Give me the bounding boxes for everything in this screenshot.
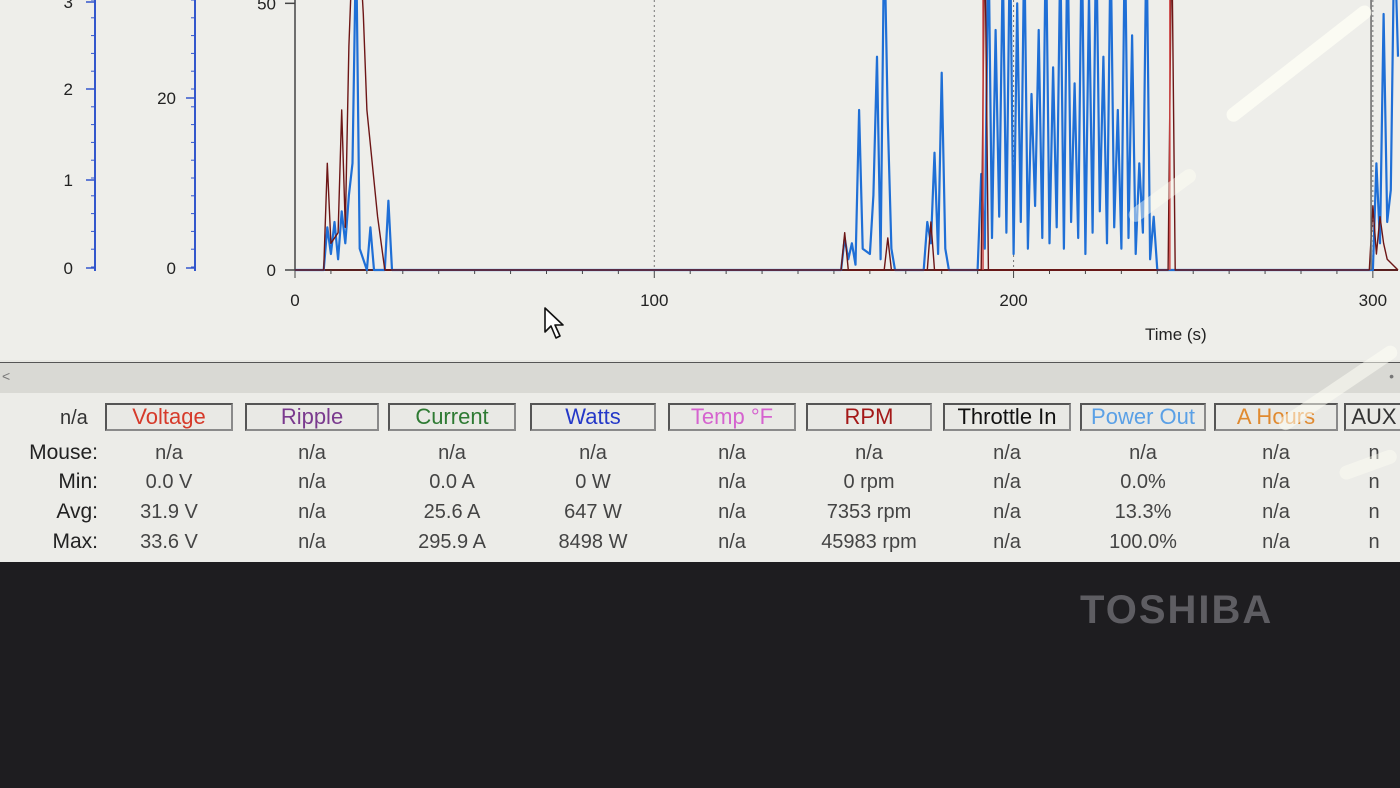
- column-header-ripple[interactable]: Ripple: [245, 403, 379, 431]
- table-cell: 0.0 V: [145, 471, 193, 493]
- laptop-bezel: TOSHIBA: [0, 562, 1400, 788]
- row-label-avg: Avg:: [56, 500, 98, 523]
- horizontal-scrollbar[interactable]: < •: [0, 362, 1400, 394]
- series-watts: [295, 0, 1400, 272]
- main-y-tick-label: 50: [257, 0, 276, 13]
- brand-logo: TOSHIBA: [1080, 588, 1274, 632]
- table-cell: 0.0 A: [429, 471, 475, 493]
- table-cell: n/a: [718, 471, 746, 493]
- x-tick-label: 300: [1359, 291, 1387, 310]
- current-axis-tick-label: 20: [157, 89, 176, 108]
- statistics-table: n/a Voltage Ripple Current Watts Temp °F RPM T…: [0, 393, 1400, 562]
- table-cell: 25.6 A: [423, 501, 481, 523]
- x-axis-label: Time (s): [1145, 325, 1207, 344]
- voltage-axis-tick-label: 1: [64, 171, 73, 190]
- table-cell: n/a: [1262, 501, 1290, 523]
- scroll-left-arrow-icon[interactable]: <: [2, 368, 10, 384]
- main-y-tick-label: 0: [267, 261, 276, 280]
- table-cell: n: [1368, 531, 1380, 553]
- table-cell: n/a: [993, 471, 1021, 493]
- column-header-current[interactable]: Current: [388, 403, 516, 431]
- row-label-min: Min:: [58, 470, 98, 493]
- x-tick-label: 200: [999, 291, 1027, 310]
- table-cell: n/a: [718, 442, 746, 464]
- x-tick-label: 0: [290, 291, 299, 310]
- table-cell: n/a: [298, 531, 326, 553]
- table-cell: n/a: [298, 471, 326, 493]
- table-cell: n/a: [718, 531, 746, 553]
- table-cell: n/a: [579, 442, 607, 464]
- table-cell: 295.9 A: [418, 531, 486, 553]
- table-cell: 7353 rpm: [826, 501, 912, 523]
- table-cell: n/a: [993, 531, 1021, 553]
- table-cell: n/a: [298, 501, 326, 523]
- table-cell: 8498 W: [558, 531, 628, 553]
- table-cell: n/a: [1129, 442, 1157, 464]
- voltage-axis-tick-label: 3: [64, 0, 73, 12]
- column-header-rpm[interactable]: RPM: [806, 403, 932, 431]
- table-cell: 31.9 V: [140, 501, 198, 523]
- table-cell: 0 rpm: [843, 471, 895, 493]
- x-tick-label: 100: [640, 291, 668, 310]
- table-cell: n/a: [993, 501, 1021, 523]
- column-header-power-out[interactable]: Power Out: [1080, 403, 1206, 431]
- column-header-voltage[interactable]: Voltage: [105, 403, 233, 431]
- table-cell: 100.0%: [1109, 531, 1177, 553]
- table-cell: n/a: [438, 442, 466, 464]
- row-label-max: Max:: [52, 530, 98, 553]
- column-header-watts[interactable]: Watts: [530, 403, 656, 431]
- table-cell: n/a: [993, 442, 1021, 464]
- table-cell: 13.3%: [1114, 501, 1172, 523]
- table-cell: n: [1368, 501, 1380, 523]
- table-cell: n/a: [855, 442, 883, 464]
- table-cell: 0 W: [575, 471, 611, 493]
- table-cell: 33.6 V: [140, 531, 198, 553]
- column-header-temp-f[interactable]: Temp °F: [668, 403, 796, 431]
- current-axis-tick-label: 0: [167, 259, 176, 278]
- table-cell: n/a: [1262, 531, 1290, 553]
- corner-label: n/a: [60, 407, 88, 429]
- table-cell: n/a: [1262, 442, 1290, 464]
- series-rpm: [295, 0, 1399, 271]
- axes-layer: 01230200500 100 200 300: [64, 0, 1398, 310]
- table-cell: 0.0%: [1120, 471, 1166, 493]
- voltage-axis-tick-label: 0: [64, 259, 73, 278]
- table-cell: n/a: [1262, 471, 1290, 493]
- scroll-right-marker[interactable]: •: [1389, 368, 1394, 384]
- series-layer: [295, 0, 1400, 272]
- mouse-pointer-icon: [544, 307, 564, 339]
- table-cell: 647 W: [564, 501, 622, 523]
- row-label-mouse: Mouse:: [29, 441, 98, 464]
- column-header-throttle-in[interactable]: Throttle In: [943, 403, 1071, 431]
- screen: 0 1 2 3 0 20 0 50 0 100 200 300 Time (s) < • n/a Vo…: [0, 0, 1400, 562]
- column-header-aux[interactable]: AUX: [1344, 403, 1400, 431]
- table-cell: n/a: [155, 442, 183, 464]
- voltage-axis-tick-label: 2: [64, 80, 73, 99]
- table-cell: n/a: [718, 501, 746, 523]
- table-cell: 45983 rpm: [821, 531, 917, 553]
- table-cell: n/a: [298, 442, 326, 464]
